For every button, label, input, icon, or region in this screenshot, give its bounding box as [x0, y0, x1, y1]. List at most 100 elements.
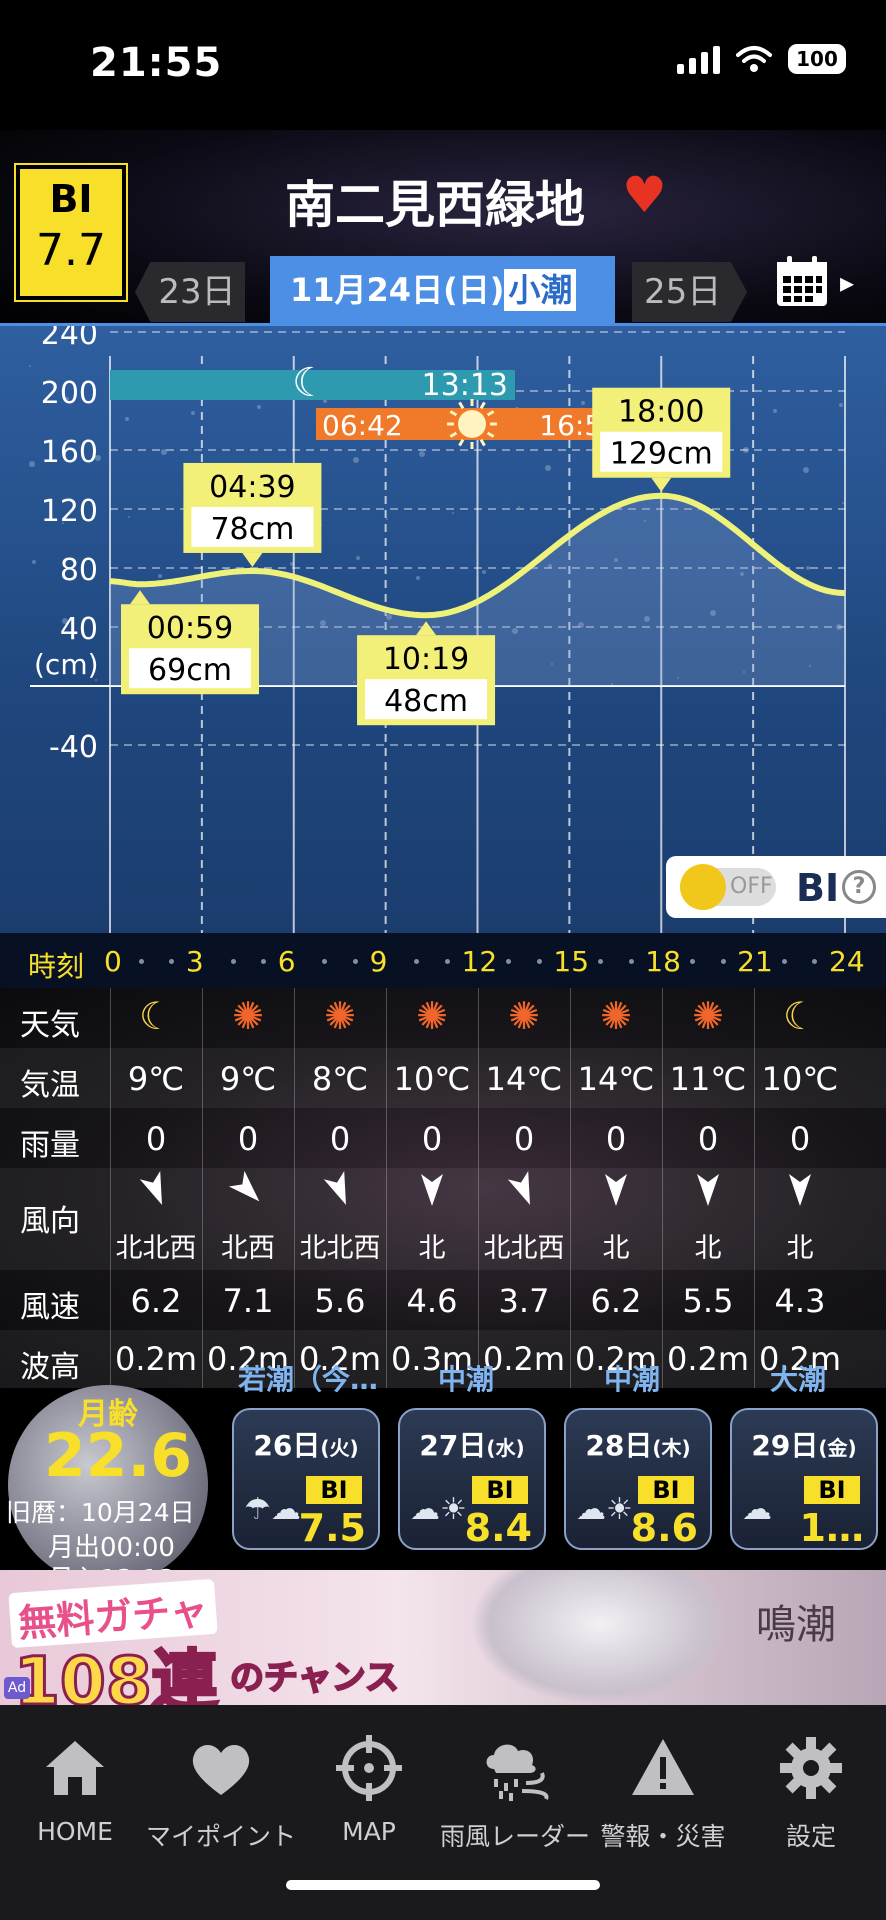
- hour-tick-label: 21: [737, 945, 773, 978]
- prev-day-tab[interactable]: 23日: [135, 262, 245, 322]
- card-bi-label: BI: [638, 1476, 694, 1504]
- forecast-tide-label: 中潮: [604, 1363, 661, 1396]
- card-bi-value: 7.5: [298, 1506, 366, 1550]
- moonset-time: 13:13: [422, 368, 508, 403]
- wind-arrow-icon: [110, 1171, 202, 1216]
- card-date: 29日(金): [732, 1424, 876, 1464]
- crosshair-icon: [336, 1735, 402, 1801]
- ad-tagline: のチャンス: [229, 1657, 400, 1699]
- help-icon[interactable]: ?: [842, 870, 876, 904]
- star-dot: [29, 461, 35, 467]
- forecast-day-card[interactable]: 28日(木) ☁☀ BI 8.6: [564, 1408, 712, 1550]
- wind-direction-cell: 北: [418, 1233, 446, 1264]
- nav-heart[interactable]: マイポイント: [146, 1733, 296, 1853]
- forecast-tide-label: 大潮: [770, 1363, 827, 1396]
- sunrise-time: 06:42: [322, 409, 403, 442]
- wind-speed-cell: 3.7: [498, 1282, 550, 1320]
- card-bi-label: BI: [472, 1476, 528, 1504]
- star-dot: [803, 467, 809, 473]
- dot-separator: [598, 959, 603, 964]
- card-bi-label: BI: [804, 1476, 860, 1504]
- star-dot: [257, 405, 261, 409]
- forecast-day-card[interactable]: 26日(火) ☂☁ BI 7.5: [232, 1408, 380, 1550]
- nav-home[interactable]: HOME: [0, 1733, 150, 1846]
- next-day-tab[interactable]: 25日: [632, 262, 747, 322]
- callout-time: 18:00: [618, 395, 704, 430]
- card-weather-icon: ☂☁: [244, 1492, 301, 1527]
- star-dot: [839, 403, 843, 407]
- card-date: 28日(木): [566, 1424, 710, 1464]
- rain-cell: 0: [605, 1120, 627, 1158]
- forecast-tide-label: 中潮: [438, 1363, 495, 1396]
- tide-callout: 00:59 69cm: [121, 590, 260, 695]
- star-dot: [353, 457, 359, 463]
- rain-cell: 0: [421, 1120, 443, 1158]
- star-dot: [581, 401, 585, 405]
- current-date: 11月24日(日): [290, 271, 505, 309]
- signal-icon: [677, 44, 720, 74]
- star-dot: [158, 574, 162, 578]
- dot-separator: [812, 959, 818, 964]
- ad-banner[interactable]: 無料ガチャ 108連 のチャンス 鳴潮 Ad: [0, 1570, 886, 1705]
- nav-warning[interactable]: 警報・災害: [588, 1733, 738, 1853]
- nav-gear[interactable]: 設定: [736, 1733, 886, 1853]
- star-dot: [386, 518, 388, 520]
- temp-cell: 9℃: [127, 1060, 185, 1098]
- rain-cell: 0: [789, 1120, 811, 1158]
- wifi-icon: [736, 46, 772, 72]
- card-day: 29日: [751, 1429, 819, 1462]
- home-icon: [46, 1741, 104, 1795]
- wind-arrow-icon: [294, 1171, 386, 1216]
- tide-callout: 18:00 129cm: [592, 387, 731, 492]
- rain-cell: 0: [697, 1120, 719, 1158]
- favorite-heart-icon[interactable]: ♥: [622, 166, 667, 224]
- bi-toggle[interactable]: OFF BI ?: [666, 856, 886, 918]
- nav-crosshair[interactable]: MAP: [294, 1733, 444, 1846]
- gear-icon: [780, 1737, 842, 1799]
- tide-chart: 2402001601208040-40(cm)☾ 13:1306:42 16:510…: [29, 326, 846, 936]
- calendar-icon[interactable]: [775, 254, 829, 308]
- ad-character-image: [470, 1570, 730, 1705]
- hour-tick-label: 0: [104, 945, 122, 978]
- dot-separator: [720, 959, 726, 964]
- forecast-day-card[interactable]: 29日(金) ☁ BI 1…: [730, 1408, 878, 1550]
- dot-separator: [689, 959, 695, 964]
- dot-separator: [261, 959, 267, 964]
- tide-callout: 10:19 48cm: [357, 621, 496, 726]
- row-label: 天気: [20, 1008, 80, 1043]
- star-dot: [191, 411, 195, 415]
- star-dot: [356, 556, 360, 560]
- card-weekday: (木): [652, 1436, 691, 1460]
- card-date: 27日(水): [400, 1424, 544, 1464]
- sun-icon: ✺: [600, 994, 632, 1038]
- star-dot: [452, 512, 454, 514]
- tide-chart-area: 240 200 160 120 80 40 -40 (cm) ☾ 13:13 06:42 16:51 0…: [0, 323, 886, 936]
- card-bi-value: 1…: [799, 1506, 864, 1550]
- star-dot: [125, 417, 129, 421]
- nav-label: 雨風レーダー: [440, 1822, 591, 1851]
- y-unit-label: (cm): [34, 648, 99, 681]
- row-label: 雨量: [20, 1128, 80, 1163]
- callout-value: 48cm: [384, 684, 468, 719]
- weather-table: 天気 気温 雨量 風向 風速 波高 ☾ 9℃ 0 北北西 6.2 0.2m ✺ 9℃ 0 北西 7.1 0.2m ✺…: [0, 988, 886, 1388]
- row-label: 風向: [20, 1204, 80, 1239]
- moon-age-panel[interactable]: 月齢 22.6 旧暦：10月24日 月出00:00 月入13:13: [0, 1385, 225, 1595]
- wind-speed-cell: 7.1: [222, 1282, 274, 1320]
- moon-age-value: 22.6: [44, 1421, 193, 1491]
- wind-direction-cell: 北: [694, 1233, 722, 1264]
- card-bi-value: 8.6: [630, 1506, 698, 1550]
- star-dot: [776, 508, 778, 510]
- heart-icon: [192, 1744, 250, 1795]
- nav-rain-wind[interactable]: 雨風レーダー: [440, 1733, 590, 1853]
- warning-icon: [632, 1739, 694, 1795]
- card-weekday: (火): [320, 1436, 359, 1460]
- forecast-day-card[interactable]: 27日(水) ☁☀ BI 8.4: [398, 1408, 546, 1550]
- chevron-right-icon[interactable]: ▸: [840, 266, 854, 299]
- rain-cell: 0: [329, 1120, 351, 1158]
- dot-separator: [414, 959, 420, 964]
- dot-separator: [444, 959, 450, 964]
- status-indicators: 100: [677, 44, 846, 74]
- ad-choices-icon[interactable]: Ad: [4, 1677, 30, 1699]
- hour-axis: 時刻 0 3 6 9 12 15 18 21 24: [0, 933, 886, 988]
- current-day-tab[interactable]: 11月24日(日) 小潮: [270, 256, 615, 324]
